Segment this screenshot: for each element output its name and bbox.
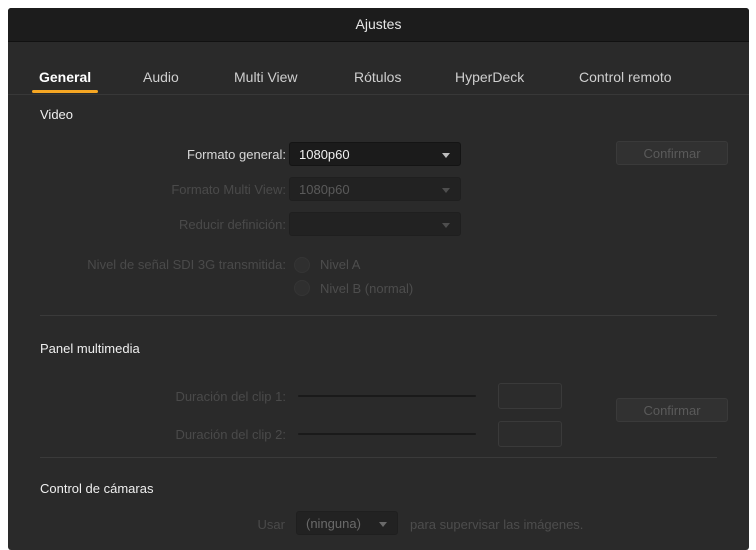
tab-hyperdeck[interactable]: HyperDeck — [455, 42, 524, 94]
tab-bar: General Audio Multi View Rótulos HyperDe… — [8, 42, 749, 95]
section-divider — [40, 315, 717, 316]
active-tab-indicator — [32, 90, 98, 93]
sdi-level-label: Nivel de señal SDI 3G transmitida: — [87, 257, 286, 272]
media-confirm-button[interactable]: Confirmar — [616, 398, 728, 422]
clip2-duration-slider[interactable] — [298, 433, 476, 435]
camera-section-title: Control de cámaras — [40, 481, 154, 496]
camera-use-label: Usar — [257, 517, 285, 532]
clip1-duration-slider[interactable] — [298, 395, 476, 397]
sdi-level-b-label: Nivel B (normal) — [320, 281, 414, 296]
tab-audio[interactable]: Audio — [143, 42, 179, 94]
tab-rotulos[interactable]: Rótulos — [354, 42, 401, 94]
chevron-down-icon — [442, 223, 450, 228]
window-title: Ajustes — [8, 8, 749, 42]
sdi-level-a-radio[interactable] — [294, 257, 310, 273]
chevron-down-icon — [442, 153, 450, 158]
multiview-format-label: Formato Multi View: — [171, 182, 286, 197]
clip1-duration-input[interactable] — [498, 383, 562, 409]
clip1-duration-label: Duración del clip 1: — [175, 389, 286, 404]
media-section-title: Panel multimedia — [40, 341, 140, 356]
camera-use-suffix: para supervisar las imágenes. — [410, 517, 584, 532]
section-divider — [40, 457, 717, 458]
downconvert-label: Reducir definición: — [179, 217, 286, 232]
sdi-level-a-label: Nivel A — [320, 257, 361, 272]
multiview-format-value: 1080p60 — [299, 182, 350, 197]
tab-general[interactable]: General — [39, 42, 91, 94]
camera-source-select[interactable]: (ninguna) — [296, 511, 398, 535]
tab-multi-view[interactable]: Multi View — [234, 42, 298, 94]
video-confirm-button[interactable]: Confirmar — [616, 141, 728, 165]
sdi-level-b-radio[interactable] — [294, 280, 310, 296]
general-format-value: 1080p60 — [299, 147, 350, 162]
settings-window: Ajustes General Audio Multi View Rótulos… — [8, 8, 749, 550]
chevron-down-icon — [379, 522, 387, 527]
downconvert-select[interactable] — [289, 212, 461, 236]
general-format-select[interactable]: 1080p60 — [289, 142, 461, 166]
multiview-format-select[interactable]: 1080p60 — [289, 177, 461, 201]
chevron-down-icon — [442, 188, 450, 193]
general-format-label: Formato general: — [187, 147, 286, 162]
clip2-duration-label: Duración del clip 2: — [175, 427, 286, 442]
camera-source-value: (ninguna) — [306, 516, 361, 531]
clip2-duration-input[interactable] — [498, 421, 562, 447]
tab-control-remoto[interactable]: Control remoto — [579, 42, 672, 94]
video-section-title: Video — [40, 107, 74, 122]
